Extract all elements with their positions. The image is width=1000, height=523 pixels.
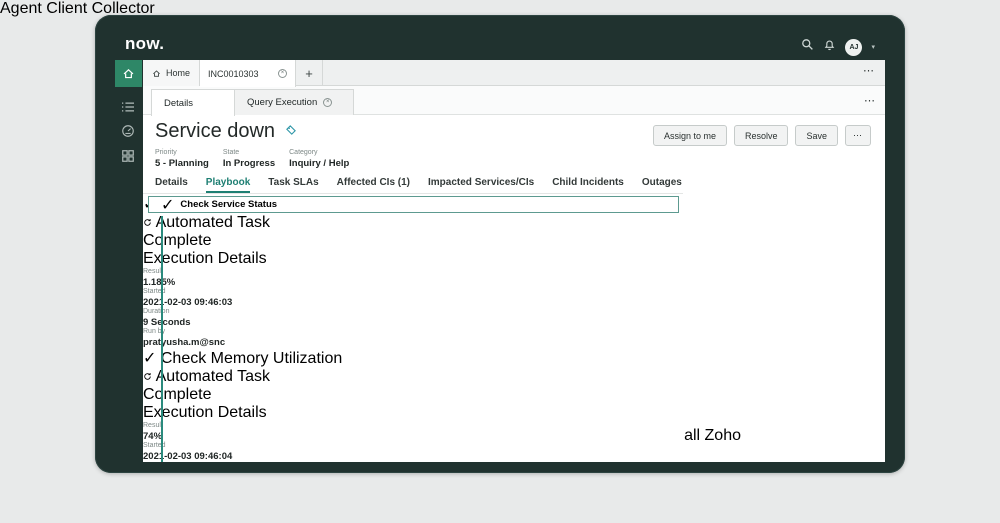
- tab-details-pane[interactable]: Details: [151, 89, 235, 116]
- close-icon[interactable]: ×: [278, 69, 287, 78]
- page-title: Service down: [155, 120, 276, 142]
- assign-to-me-button[interactable]: Assign to me: [652, 125, 727, 146]
- tab-impacted-services[interactable]: Impacted Services/CIs: [428, 177, 534, 193]
- resolve-button[interactable]: Resolve: [733, 125, 789, 146]
- home-icon: [153, 69, 160, 77]
- list-icon: [122, 102, 134, 112]
- playbook-pane: ✓ Check Service Status ✓ Check CPU Utili…: [143, 193, 683, 462]
- save-button[interactable]: Save: [795, 125, 838, 146]
- field-priority: Priority 5 - Planning: [155, 149, 209, 169]
- execution-details-heading: Execution Details: [143, 404, 267, 421]
- search-icon[interactable]: [801, 38, 814, 56]
- execution-fields: Result74% Started2021-02-03 09:46:04 Dur…: [143, 422, 233, 462]
- step-complete-icon: ✓: [143, 350, 157, 367]
- tab-child-incidents[interactable]: Child Incidents: [552, 177, 624, 193]
- home-icon: [123, 69, 134, 79]
- app-window: now. AJ ▾ Home INC0010303 × + ⋯ Details …: [95, 15, 905, 473]
- chevron-down-icon[interactable]: ▾: [871, 43, 875, 51]
- close-icon[interactable]: ×: [323, 98, 333, 107]
- avatar[interactable]: AJ: [845, 38, 863, 56]
- gauge-icon: [122, 125, 134, 137]
- tab-query-execution[interactable]: Query Execution ×: [235, 89, 354, 115]
- record-header: Service down Priority 5 - Planning State…: [143, 115, 885, 177]
- workspace-tab-bar: Home INC0010303 × + ⋯: [143, 60, 885, 87]
- playbook-stage-check-service-status[interactable]: ✓ Check Service Status: [148, 196, 679, 214]
- more-actions-button[interactable]: ⋯: [845, 125, 871, 146]
- record-tab-bar: Details Query Execution × ⋯: [143, 86, 885, 116]
- new-tab-button[interactable]: +: [296, 60, 323, 86]
- playbook-step-memory[interactable]: ✓ Check Memory Utilization: [143, 348, 683, 368]
- refresh-icon: [144, 373, 151, 380]
- automated-task-card[interactable]: Automated Task Complete Execution Detail…: [143, 368, 683, 462]
- tag-icon[interactable]: [285, 123, 297, 141]
- bell-icon[interactable]: [823, 38, 836, 56]
- refresh-icon: [144, 219, 151, 226]
- sub-tab-more-button[interactable]: ⋯: [864, 94, 875, 107]
- playbook-progress-line: [161, 216, 163, 462]
- status-badge: Complete: [143, 232, 212, 249]
- grid-icon: [122, 150, 134, 162]
- stage-check-icon: ✓: [161, 196, 175, 214]
- sidebar-item-home[interactable]: [115, 60, 142, 87]
- now-logo: now.: [125, 34, 165, 53]
- automated-task-card[interactable]: Automated Task Complete Execution Detail…: [143, 214, 683, 348]
- record-section-tabs: Details Playbook Task SLAs Affected CIs …: [143, 177, 885, 193]
- execution-fields: Result 1.185% Started 2021-02-03 09:46:03 …: [143, 268, 233, 348]
- tab-details[interactable]: Details: [155, 177, 188, 193]
- tab-playbook[interactable]: Playbook: [205, 177, 251, 193]
- field-state: State In Progress: [222, 149, 276, 169]
- tab-bar-more-button[interactable]: ⋯: [863, 64, 875, 77]
- sidebar-item-lists[interactable]: [121, 100, 135, 118]
- tab-record-inc0010303[interactable]: INC0010303 ×: [200, 60, 296, 87]
- tab-affected-cis[interactable]: Affected CIs (1): [337, 177, 410, 193]
- sidebar-item-apps[interactable]: [121, 149, 135, 168]
- tab-task-slas[interactable]: Task SLAs: [268, 177, 318, 193]
- execution-details-heading: Execution Details: [143, 250, 267, 267]
- tab-home[interactable]: Home: [143, 60, 200, 86]
- workspace: Home INC0010303 × + ⋯ Details Query Exec…: [143, 60, 885, 462]
- sidebar-item-dashboard[interactable]: [121, 124, 135, 143]
- record-fields: Priority 5 - Planning State In Progress …: [155, 149, 349, 169]
- tab-outages[interactable]: Outages: [642, 177, 682, 193]
- status-badge: Complete: [143, 386, 212, 403]
- field-category: Category Inquiry / Help: [289, 149, 350, 169]
